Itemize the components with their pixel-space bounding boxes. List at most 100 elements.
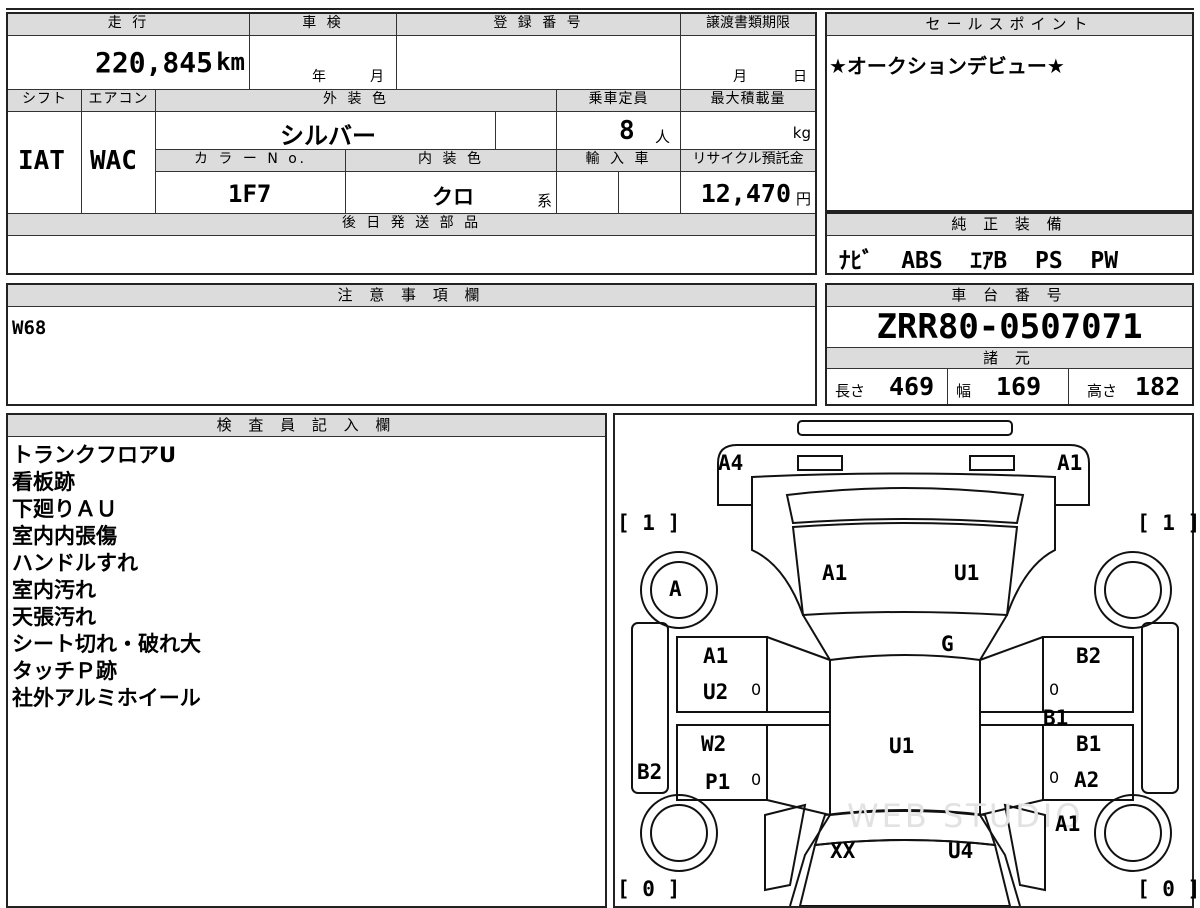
mark-left-door-d: P1 xyxy=(705,770,731,794)
transfer-deadline-label: 譲渡書類期限 xyxy=(681,14,815,36)
mark-zero: 0 xyxy=(1049,768,1060,787)
mark-hood-left: XX xyxy=(830,839,856,863)
shift-value: IAT xyxy=(18,146,65,176)
mark-glass-center: G xyxy=(941,632,954,656)
sales-point-panel: セールスポイント ★オークションデビュー★ xyxy=(825,12,1194,212)
mark-rear-right: A1 xyxy=(1057,451,1083,475)
mileage-label: 走 行 xyxy=(8,14,250,36)
ac-cell: WAC xyxy=(82,112,156,214)
length-value: 469 xyxy=(889,372,935,401)
capacity-cell: 8 人 xyxy=(557,112,681,150)
ac-label: エアコン xyxy=(82,90,156,112)
rear-outline xyxy=(717,444,1090,506)
mark-left-side: B2 xyxy=(637,760,663,784)
capacity-value: 8 xyxy=(619,116,635,146)
wheel-front-left xyxy=(640,794,718,872)
notes-panel: 注 意 事 項 欄 W68 xyxy=(6,283,817,406)
interior-color-value: クロ xyxy=(432,185,474,209)
equipment-panel: 純 正 装 備 ﾅﾋﾞ ABS ｴｱB PS PW xyxy=(825,212,1194,275)
wheel-front-right-inner xyxy=(1104,804,1162,862)
mark-right-door-b: B1 xyxy=(1076,732,1102,756)
spec-length: 長さ 469 xyxy=(827,369,948,404)
capacity-label: 乗車定員 xyxy=(557,90,681,112)
inspection-label: 車 検 xyxy=(250,14,397,36)
sales-point-text: ★オークションデビュー★ xyxy=(829,54,1065,78)
chassis-label: 車 台 番 号 xyxy=(827,285,1192,307)
exterior-color-extra xyxy=(496,112,557,150)
registration-cell xyxy=(397,36,681,90)
width-label: 幅 xyxy=(956,382,972,400)
inspection-month: 月 xyxy=(370,69,384,85)
rear-glass-top xyxy=(785,487,1025,525)
notes-text: W68 xyxy=(12,317,47,339)
mark-bracket-br: [ 0 ] xyxy=(1137,877,1200,901)
ac-value: WAC xyxy=(90,146,137,176)
remark-line: 社外アルミホイール xyxy=(12,686,201,710)
mark-right-fender: A1 xyxy=(1055,812,1081,836)
chassis-panel: 車 台 番 号 ZRR80-0507071 諸 元 長さ 469 幅 169 高… xyxy=(825,283,1194,406)
remark-line: シート切れ・破れ大 xyxy=(12,632,201,656)
damage-diagram-panel: WEB STUDIO A4 A1 [ 1 ] [ 1 ] [ 0 ] [ 0 ]… xyxy=(613,413,1200,908)
transfer-day: 日 xyxy=(793,69,807,85)
color-no-value: 1F7 xyxy=(228,180,272,208)
mark-roof: U1 xyxy=(889,734,915,758)
equipment-label: 純 正 装 備 xyxy=(827,214,1192,236)
width-value: 169 xyxy=(996,372,1042,401)
notes-label: 注 意 事 項 欄 xyxy=(8,285,815,307)
load-unit: kg xyxy=(792,124,811,142)
inspection-year: 年 xyxy=(312,69,326,85)
interior-color-cell: クロ 系 xyxy=(346,172,557,214)
mark-glass-left: A1 xyxy=(822,561,848,585)
recycle-unit: 円 xyxy=(795,190,811,208)
left-body-line xyxy=(751,505,831,906)
remark-line: タッチＰ跡 xyxy=(12,659,117,683)
mark-zero: 0 xyxy=(1049,680,1060,699)
watermark: WEB STUDIO xyxy=(847,797,1084,835)
mark-right-door-c: A2 xyxy=(1074,768,1100,792)
color-no-cell: 1F7 xyxy=(156,172,346,214)
vehicle-info-panel: 走 行 車 検 登 録 番 号 譲渡書類期限 220,845 km 年 月 月 … xyxy=(6,12,817,275)
interior-color-suffix: 系 xyxy=(536,192,552,210)
remark-line: 室内内張傷 xyxy=(12,524,117,548)
chassis-number: ZRR80-0507071 xyxy=(876,307,1143,347)
remark-line: 室内汚れ xyxy=(12,578,96,602)
top-strip xyxy=(6,0,1194,10)
spec-width: 幅 169 xyxy=(948,369,1069,404)
mark-right-sill: B1 xyxy=(1043,706,1069,730)
spec-height: 高さ 182 xyxy=(1069,369,1192,404)
exterior-color-cell: シルバー xyxy=(156,112,496,150)
spec-label: 諸 元 xyxy=(827,347,1192,369)
later-parts-label: 後 日 発 送 部 品 xyxy=(8,214,815,236)
length-label: 長さ xyxy=(835,382,866,400)
equipment-text: ﾅﾋﾞ ABS ｴｱB PS PW xyxy=(839,248,1119,274)
mark-left-door-b: U2 xyxy=(703,680,729,704)
mileage-value: 220,845 xyxy=(94,46,213,79)
remark-line: トランクフロアU xyxy=(12,443,177,467)
remark-line: 看板跡 xyxy=(12,470,75,494)
mark-bracket-tl: [ 1 ] xyxy=(617,511,681,535)
wheel-rear-right-inner xyxy=(1104,561,1162,619)
exterior-color-label: 外 装 色 xyxy=(156,90,557,112)
import-cell-a xyxy=(557,172,619,214)
import-cell-b xyxy=(619,172,681,214)
height-label: 高さ xyxy=(1087,382,1118,400)
mark-wheel-fl: A xyxy=(669,577,682,601)
capacity-unit: 人 xyxy=(655,128,671,146)
remark-line: ハンドルすれ xyxy=(12,551,138,575)
shift-cell: IAT xyxy=(8,112,82,214)
transfer-month: 月 xyxy=(733,69,747,85)
wheel-front-right xyxy=(1094,794,1172,872)
rear-bumper xyxy=(797,420,1013,436)
inspector-panel: 検 査 員 記 入 欄 トランクフロアU 看板跡 下廻りＡＵ 室内内張傷 ハンド… xyxy=(6,413,607,908)
mark-bracket-bl: [ 0 ] xyxy=(617,877,681,901)
wheel-rear-right xyxy=(1094,551,1172,629)
inspection-cell: 年 月 xyxy=(250,36,397,90)
color-no-label: カ ラ ー N o. xyxy=(156,150,346,172)
mark-rear-left: A4 xyxy=(718,451,744,475)
inspector-remarks: トランクフロアU 看板跡 下廻りＡＵ 室内内張傷 ハンドルすれ 室内汚れ 天張汚… xyxy=(12,442,201,712)
later-parts-cell xyxy=(8,236,815,273)
remark-line: 下廻りＡＵ xyxy=(12,497,117,521)
wheel-front-left-inner xyxy=(650,804,708,862)
load-cell: kg xyxy=(681,112,815,150)
registration-label: 登 録 番 号 xyxy=(397,14,681,36)
